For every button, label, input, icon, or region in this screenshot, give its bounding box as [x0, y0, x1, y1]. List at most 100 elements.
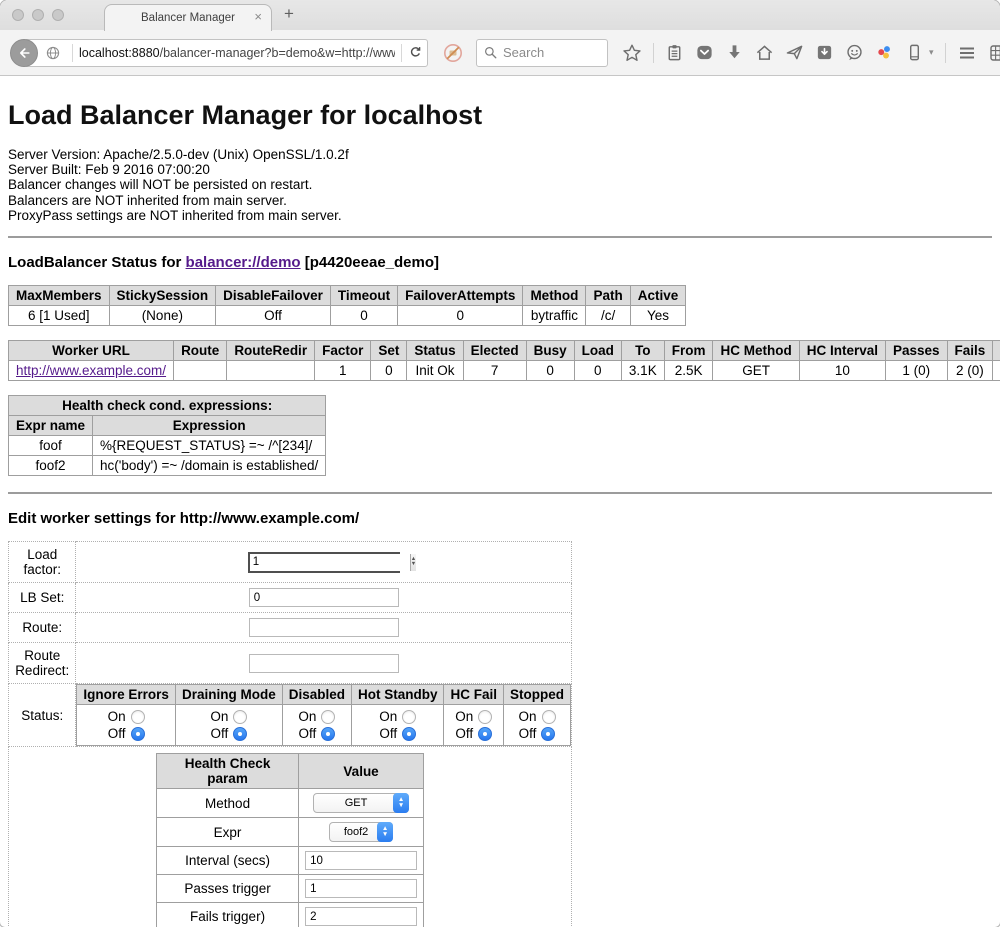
save-page-icon[interactable]: [815, 43, 834, 62]
column-header-worker-url: Worker URL: [9, 341, 174, 361]
radio-label-on: On: [379, 708, 397, 725]
field-label-load-factor: Load factor:: [9, 542, 76, 583]
radio-label-on: On: [298, 708, 316, 725]
divider: [8, 492, 992, 494]
radio-line: On: [358, 708, 438, 725]
mobile-device-icon[interactable]: [905, 43, 924, 62]
status-column-hot-standby: Hot Standby: [351, 685, 444, 705]
lb-set-input[interactable]: [249, 588, 399, 607]
balancer-cell-disablefailover: Off: [216, 306, 331, 326]
fails-trigger-input[interactable]: [305, 907, 417, 926]
radio-stopped-on[interactable]: [542, 710, 556, 724]
radio-stopped-off[interactable]: [541, 727, 555, 741]
pocket-icon[interactable]: [695, 43, 714, 62]
back-button[interactable]: [10, 39, 38, 67]
field-label-route-redirect: Route Redirect:: [9, 643, 76, 684]
reading-list-icon[interactable]: [665, 43, 684, 62]
url-path: /balancer-manager?b=demo&w=http://www.ex…: [160, 46, 396, 60]
route-input[interactable]: [249, 618, 399, 637]
colored-dots-extension-icon[interactable]: [875, 43, 894, 62]
load-factor-input[interactable]: [250, 554, 410, 571]
status-cell-disabled: OnOff: [282, 705, 351, 746]
url-text[interactable]: localhost:8880/balancer-manager?b=demo&w…: [79, 46, 395, 60]
hc-param-row-fails-trigger: Fails trigger): [157, 903, 424, 927]
status-column-disabled: Disabled: [282, 685, 351, 705]
radio-disabled-off[interactable]: [321, 727, 335, 741]
worker-cell-routeredir: [227, 361, 315, 381]
status-column-hc-fail: HC Fail: [444, 685, 504, 705]
radio-ignore-errors-off[interactable]: [131, 727, 145, 741]
balancer-demo-link[interactable]: balancer://demo: [186, 254, 301, 271]
load-factor-stepper[interactable]: ▲▼: [248, 552, 400, 573]
table-header-row: Expr nameExpression: [9, 416, 326, 436]
worker-cell-hc-method: GET: [713, 361, 799, 381]
column-header-value: Value: [299, 754, 424, 789]
hc-param-label-fails-trigger: Fails trigger): [157, 903, 299, 927]
radio-hc-fail-on[interactable]: [478, 710, 492, 724]
radio-draining-mode-off[interactable]: [233, 727, 247, 741]
select-value-method: GET: [323, 797, 393, 809]
worker-cell-passes: 1 (0): [885, 361, 947, 381]
tab-close-icon[interactable]: ×: [254, 10, 262, 23]
worker-url-link[interactable]: http://www.example.com/: [16, 363, 166, 378]
urlbar-separator: [72, 44, 73, 62]
reload-icon[interactable]: [408, 44, 423, 61]
hc-param-label-method: Method: [157, 789, 299, 818]
select-expr[interactable]: foof2▲▼: [329, 822, 393, 842]
radio-label-on: On: [210, 708, 228, 725]
radio-hot-standby-off[interactable]: [402, 727, 416, 741]
worker-cell-elected: 7: [463, 361, 526, 381]
worker-cell-fails: 2 (0): [947, 361, 993, 381]
toolbar-separator: [653, 43, 654, 63]
column-header-set: Set: [371, 341, 407, 361]
radio-disabled-on[interactable]: [321, 710, 335, 724]
menu-hamburger-icon[interactable]: [957, 43, 977, 63]
expr-name-cell: foof: [9, 436, 93, 456]
radio-line: Off: [450, 725, 497, 742]
radio-hot-standby-on[interactable]: [402, 710, 416, 724]
hc-param-value-cell: [299, 903, 424, 927]
number-spinner-icon[interactable]: ▲▼: [410, 554, 416, 571]
column-header-hc-method: HC Method: [713, 341, 799, 361]
interval-secs-input[interactable]: [305, 851, 417, 870]
tab-groups-icon[interactable]: [988, 43, 1000, 63]
column-header-failoverattempts: FailoverAttempts: [398, 286, 523, 306]
site-identity-globe-icon: [45, 45, 61, 61]
search-bar[interactable]: Search: [476, 39, 608, 67]
status-header-row: Ignore ErrorsDraining ModeDisabledHot St…: [77, 685, 571, 705]
route-redirect-input[interactable]: [249, 654, 399, 673]
status-table-cell: Ignore ErrorsDraining ModeDisabledHot St…: [76, 684, 572, 747]
url-bar[interactable]: localhost:8880/balancer-manager?b=demo&w…: [24, 39, 428, 67]
expr-table-title-row: Health check cond. expressions:: [9, 396, 326, 416]
radio-label-off: Off: [379, 725, 397, 742]
radio-hc-fail-off[interactable]: [478, 727, 492, 741]
radio-ignore-errors-on[interactable]: [131, 710, 145, 724]
hc-param-label-interval-secs: Interval (secs): [157, 847, 299, 875]
health-check-cell: Health Check paramValueMethodGET▲▼Exprfo…: [9, 747, 572, 927]
radio-line: Off: [358, 725, 438, 742]
radio-draining-mode-on[interactable]: [233, 710, 247, 724]
plugin-blocked-icon[interactable]: [442, 42, 464, 64]
bookmark-star-icon[interactable]: [622, 43, 642, 63]
send-tab-icon[interactable]: [785, 43, 804, 62]
home-icon[interactable]: [755, 43, 774, 62]
worker-cell-factor: 1: [315, 361, 371, 381]
edit-worker-heading: Edit worker settings for http://www.exam…: [8, 510, 992, 527]
passes-trigger-input[interactable]: [305, 879, 417, 898]
close-window-button[interactable]: [12, 9, 24, 21]
tab-balancer-manager[interactable]: Balancer Manager ×: [104, 4, 272, 31]
column-header-hc-interval: HC Interval: [799, 341, 885, 361]
radio-label-off: Off: [455, 725, 473, 742]
minimize-window-button[interactable]: [32, 9, 44, 21]
select-method[interactable]: GET▲▼: [313, 793, 409, 813]
zoom-window-button[interactable]: [52, 9, 64, 21]
device-dropdown-caret-icon[interactable]: ▾: [929, 47, 934, 58]
hc-param-value-cell: foof2▲▼: [299, 818, 424, 847]
downloads-icon[interactable]: [725, 43, 744, 62]
column-header-maxmembers: MaxMembers: [9, 286, 110, 306]
health-check-expressions-table: Health check cond. expressions:Expr name…: [8, 395, 326, 476]
new-tab-button[interactable]: +: [284, 4, 294, 24]
field-label-status: Status:: [9, 684, 76, 747]
radio-line: Off: [510, 725, 564, 742]
hello-chat-icon[interactable]: [845, 43, 864, 62]
